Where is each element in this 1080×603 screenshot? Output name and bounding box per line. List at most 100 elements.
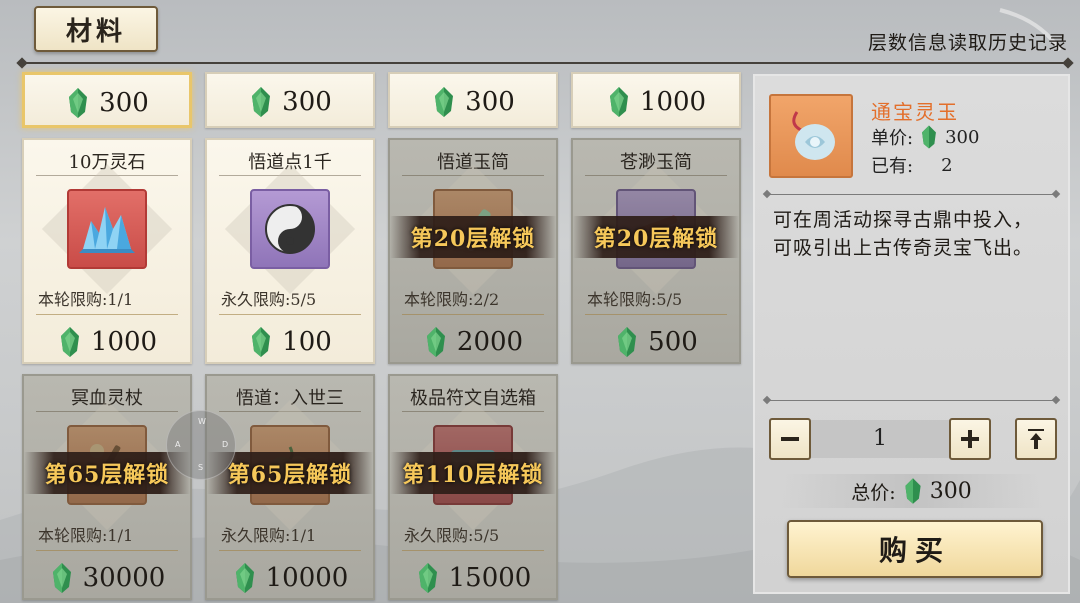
decrease-quantity-button[interactable] [769,418,811,460]
yin-yang-icon [250,189,330,269]
item-price: 15000 [390,560,556,596]
minus-icon [781,437,799,441]
spirit-gem-icon [235,563,254,593]
item-price: 300 [25,85,189,121]
price-value: 500 [648,327,698,357]
shop-item-card[interactable]: 10万灵石 本轮限购:1/1 1000 [22,138,192,364]
shop-item-card-locked[interactable]: 冥血灵杖 第65层解锁 本轮限购:1/1 30000 [22,374,192,600]
shop-item-card-locked[interactable]: 悟道玉简 第20层解锁 本轮限购:2/2 2000 [388,138,558,364]
joystick-key-a: A [175,440,181,449]
spirit-gem-icon [418,563,437,593]
item-price: 300 [390,84,556,120]
item-icon-area [207,163,373,295]
divider [219,314,361,315]
price-value: 10000 [265,563,349,593]
divider [402,550,544,551]
total-label: 总价: [851,481,896,504]
increase-quantity-button[interactable] [949,418,991,460]
shop-item-card[interactable]: 300 [22,72,192,128]
price-value: 30000 [82,563,166,593]
detail-owned: 已有: 2 [871,152,953,178]
joystick-key-d: D [222,440,229,449]
spirit-gem-icon [252,327,271,357]
price-value: 300 [99,88,149,118]
spirit-stone-cluster-icon [67,189,147,269]
shop-item-card[interactable]: 1000 [571,72,741,128]
item-price: 1000 [24,324,190,360]
joystick-key-s: S [198,463,204,472]
unit-price-value: 300 [945,126,980,148]
divider [36,550,178,551]
total-price: 总价: 300 [781,474,1042,508]
divider [36,314,178,315]
spirit-gem-icon [609,87,628,117]
spirit-gem-icon [52,563,71,593]
shop-item-card[interactable]: 300 [388,72,558,128]
total-value: 300 [929,478,972,504]
unit-price-label: 单价: [871,128,914,149]
unlock-requirement-banner: 第110层解锁 [390,452,556,494]
purchase-limit: 本轮限购:1/1 [38,290,134,309]
quantity-stepper: 1 [769,418,1059,460]
divider [767,194,1056,195]
spirit-gem-icon [618,327,637,357]
floor-history-link[interactable]: 层数信息读取历史记录 [868,28,1068,55]
item-price: 500 [573,324,739,360]
item-detail-panel: 通宝灵玉 单价: 300 已有: 2 可在周活动探寻古鼎中投入，可吸引出上古传奇… [753,74,1070,594]
quantity-input[interactable]: 1 [811,420,949,458]
divider [219,550,361,551]
price-value: 300 [465,87,515,117]
item-price: 300 [207,84,373,120]
purchase-limit: 本轮限购:1/1 [38,526,134,545]
divider [402,314,544,315]
divider [585,314,727,315]
owned-value: 2 [941,154,953,176]
spirit-gem-icon [60,327,79,357]
price-value: 15000 [448,563,532,593]
header-divider [22,62,1068,64]
spirit-gem-icon [426,327,445,357]
purchase-limit: 永久限购:1/1 [221,526,317,545]
item-price: 2000 [390,324,556,360]
price-value: 300 [282,87,332,117]
purchase-limit: 永久限购:5/5 [404,526,500,545]
max-arrow-icon [1028,429,1044,449]
item-price: 30000 [24,560,190,596]
item-price: 1000 [573,84,739,120]
buy-button[interactable]: 购买 [787,520,1043,578]
jade-pendant-icon [769,94,853,178]
spirit-gem-icon [905,478,921,504]
owned-label: 已有: [871,156,914,177]
spirit-gem-icon [252,87,271,117]
price-value: 100 [282,327,332,357]
item-description: 可在周活动探寻古鼎中投入，可吸引出上古传奇灵宝飞出。 [773,209,1034,259]
unlock-requirement-banner: 第20层解锁 [390,216,556,258]
shop-item-card[interactable]: 300 [205,72,375,128]
shop-item-card-locked[interactable]: 苍渺玉简 第20层解锁 本轮限购:5/5 500 [571,138,741,364]
tab-materials[interactable]: 材料 [34,6,158,52]
purchase-limit: 本轮限购:5/5 [587,290,683,309]
spirit-gem-icon [435,87,454,117]
unlock-requirement-banner: 第65层解锁 [24,452,190,494]
item-price: 100 [207,324,373,360]
item-price: 10000 [207,560,373,596]
detail-unit-price: 单价: 300 [871,124,979,150]
virtual-joystick[interactable]: W A S D [166,410,236,480]
joystick-key-w: W [198,417,206,426]
unlock-requirement-banner: 第20层解锁 [573,216,739,258]
item-icon-area [24,163,190,295]
plus-icon [961,430,979,448]
shop-item-card-locked[interactable]: 悟道：入世三 第65层解锁 永久限购:1/1 10000 [205,374,375,600]
price-value: 1000 [90,327,158,357]
price-value: 1000 [639,87,707,117]
shop-item-card[interactable]: 悟道点1千 永久限购:5/5 100 [205,138,375,364]
price-value: 2000 [456,327,524,357]
divider [767,400,1056,401]
purchase-limit: 永久限购:5/5 [221,290,317,309]
spirit-gem-icon [69,88,88,118]
spirit-gem-icon [922,125,937,149]
max-quantity-button[interactable] [1015,418,1057,460]
shop-item-card-locked[interactable]: 极品符文自选箱 第110层解锁 永久限购:5/5 15000 [388,374,558,600]
detail-item-name: 通宝灵玉 [871,100,959,124]
purchase-limit: 本轮限购:2/2 [404,290,500,309]
